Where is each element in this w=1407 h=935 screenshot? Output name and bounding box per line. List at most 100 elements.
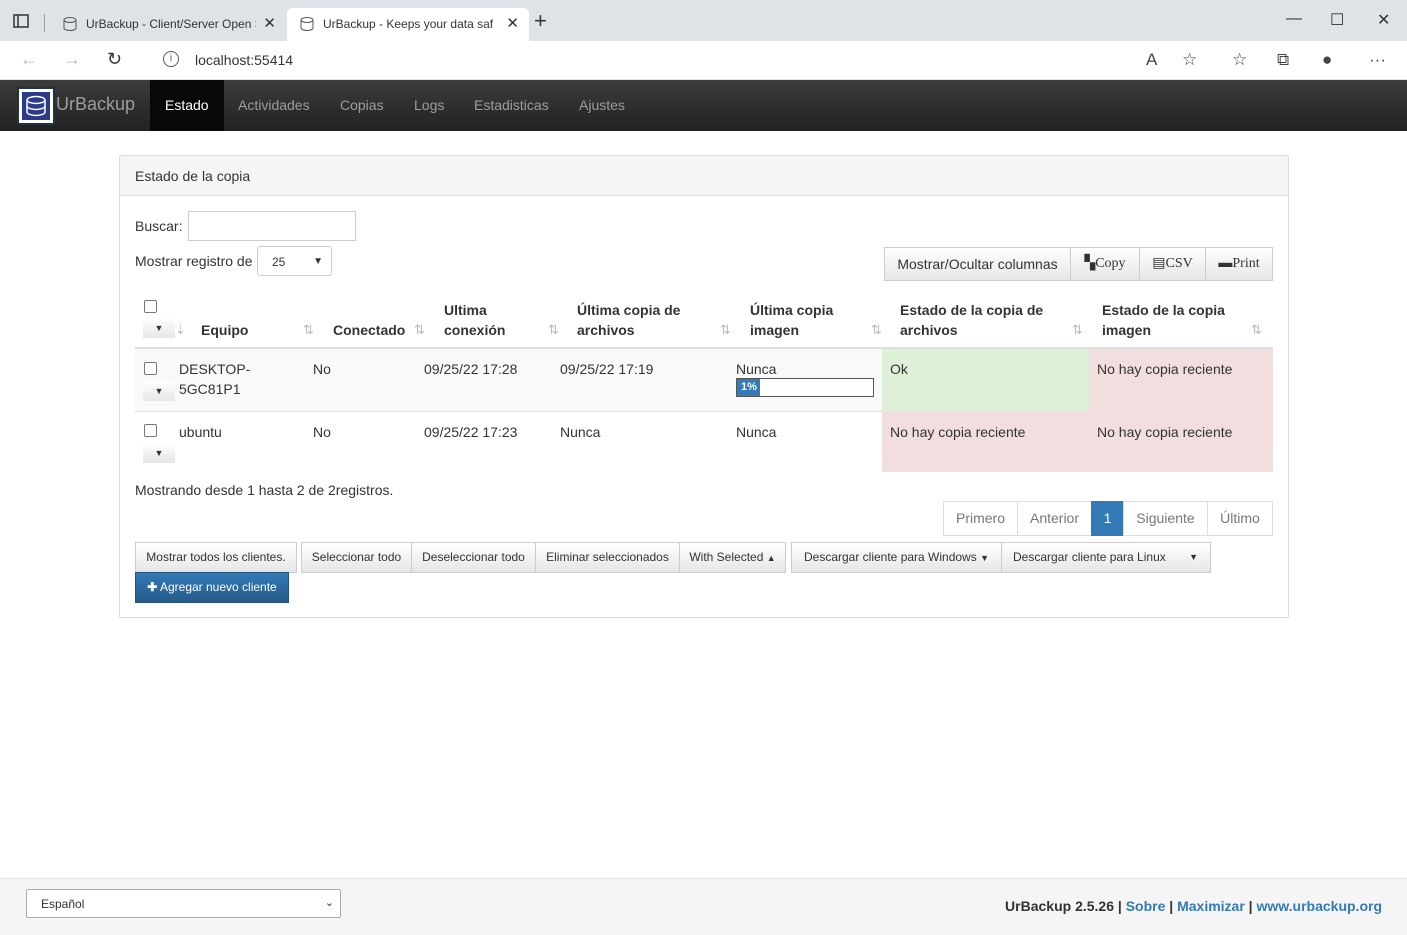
column-ultima-archivos[interactable]: Última copia de archivos (577, 300, 702, 340)
cell-ultima-archivos: 09/25/22 17:19 (560, 361, 654, 377)
row-menu-toggle[interactable]: ▼ (143, 443, 175, 463)
search-label: Buscar: (135, 218, 183, 234)
nav-logs[interactable]: Logs (399, 80, 459, 131)
about-link[interactable]: Sobre (1126, 898, 1166, 914)
status-panel: Estado de la copia Buscar: Mostrar regis… (119, 155, 1289, 618)
sort-icon[interactable]: ⇅ (1251, 322, 1262, 338)
profile-icon[interactable]: ● (1322, 50, 1332, 70)
search-input[interactable] (188, 211, 356, 241)
row-menu-toggle[interactable]: ▼ (143, 318, 175, 338)
database-icon (300, 17, 314, 31)
nav-estadisticas[interactable]: Estadisticas (459, 80, 564, 131)
csv-button[interactable]: ▤CSV (1139, 247, 1206, 281)
table-row[interactable]: ▼ ubuntu No 09/25/22 17:23 Nunca Nunca N… (135, 412, 1273, 472)
website-link[interactable]: www.urbackup.org (1257, 898, 1383, 914)
cell-estado-imagen: No hay copia reciente (1097, 361, 1233, 377)
sort-icon[interactable]: ⇅ (871, 322, 882, 338)
tab-actions-icon[interactable] (12, 12, 30, 30)
cell-estado-archivos: No hay copia reciente (890, 424, 1026, 440)
close-tab-icon[interactable]: ✕ (263, 14, 276, 32)
records-per-page-select[interactable]: 25 ▼ (257, 246, 332, 276)
minimize-icon[interactable]: — (1286, 10, 1302, 28)
maximize-icon[interactable]: ☐ (1330, 10, 1344, 30)
nav-copias[interactable]: Copias (325, 80, 399, 131)
brand-name[interactable]: UrBackup (56, 94, 135, 115)
caret-up-icon: ▲ (766, 553, 776, 563)
chevron-down-icon: ⌄ (324, 897, 334, 909)
sort-icon[interactable]: ⇅ (720, 322, 731, 338)
row-checkbox[interactable] (144, 424, 157, 437)
collections-icon[interactable]: ⧉ (1277, 50, 1289, 70)
sort-icon[interactable]: ⇅ (414, 322, 425, 338)
progress-bar-fill: 1% (737, 379, 761, 396)
plus-icon: ✚ (147, 580, 158, 594)
sort-icon[interactable]: ⇅ (1072, 322, 1083, 338)
copy-label: Copy (1095, 256, 1126, 271)
url-field[interactable]: i localhost:55414 (145, 46, 1215, 75)
language-select[interactable]: Español ⌄ (26, 889, 341, 918)
table-header: ▼ ⇣ Equipo ⇅ Conectado ⇅ Ultima conexión… (135, 296, 1273, 349)
read-aloud-icon[interactable]: A (1146, 50, 1157, 70)
column-ultima-imagen[interactable]: Última copia imagen (750, 300, 850, 340)
pager-previous[interactable]: Anterior (1017, 501, 1092, 536)
add-client-button[interactable]: ✚ Agregar nuevo cliente (135, 572, 289, 603)
footer: Español ⌄ UrBackup 2.5.26 | Sobre | Maxi… (0, 878, 1407, 935)
browser-tab-inactive[interactable]: UrBackup - Client/Server Open S ✕ (50, 8, 286, 41)
browser-tab-active[interactable]: UrBackup - Keeps your data safe ✕ (287, 8, 529, 41)
column-estado-archivos[interactable]: Estado de la copia de archivos (900, 300, 1065, 340)
download-linux-label: Descargar cliente para Linux (1013, 550, 1166, 564)
pager-current-page[interactable]: 1 (1091, 501, 1124, 536)
sort-icon[interactable]: ⇣ (175, 322, 186, 338)
back-icon[interactable]: ← (20, 49, 38, 70)
more-icon[interactable]: ··· (1369, 50, 1386, 70)
deselect-all-button[interactable]: Deseleccionar todo (411, 542, 536, 573)
info-icon[interactable]: i (163, 51, 179, 67)
status-ok-cell (882, 349, 1089, 412)
close-window-icon[interactable]: ✕ (1377, 10, 1390, 30)
select-all-checkbox[interactable] (144, 300, 157, 313)
caret-down-icon: ▼ (1189, 552, 1198, 562)
chevron-down-icon: ▼ (313, 256, 323, 267)
row-checkbox[interactable] (144, 362, 157, 375)
copy-button[interactable]: ▚Copy (1070, 247, 1140, 281)
column-ultima-conexion[interactable]: Ultima conexión (444, 300, 534, 340)
nav-ajustes[interactable]: Ajustes (564, 80, 640, 131)
pager-last[interactable]: Último (1207, 501, 1273, 536)
add-favorite-icon[interactable]: ☆ (1182, 50, 1197, 70)
cell-equipo: ubuntu (179, 424, 222, 440)
cell-conectado: No (313, 424, 331, 440)
pager-next[interactable]: Siguiente (1123, 501, 1208, 536)
nav-actividades[interactable]: Actividades (223, 80, 325, 131)
show-all-clients-button[interactable]: Mostrar todos los clientes. (135, 542, 297, 573)
row-menu-toggle[interactable]: ▼ (143, 381, 175, 401)
print-icon: ▬ (1218, 256, 1233, 271)
maximize-link[interactable]: Maximizar (1177, 898, 1245, 914)
app-navbar: UrBackup Estado Actividades Copias Logs … (0, 80, 1407, 131)
forward-icon[interactable]: → (63, 49, 81, 70)
download-windows-button[interactable]: Descargar cliente para Windows ▼ (791, 542, 1002, 573)
with-selected-button[interactable]: With Selected ▲ (679, 542, 786, 573)
sort-icon[interactable]: ⇅ (303, 322, 314, 338)
cell-conectado: No (313, 361, 331, 377)
copy-icon: ▚ (1084, 256, 1096, 271)
toggle-columns-button[interactable]: Mostrar/Ocultar columnas (884, 247, 1071, 281)
delete-selected-button[interactable]: Eliminar seleccionados (535, 542, 680, 573)
refresh-icon[interactable]: ↻ (107, 49, 122, 70)
database-icon (63, 17, 77, 31)
nav-estado[interactable]: Estado (150, 80, 224, 131)
table-row[interactable]: ▼ DESKTOP-5GC81P1 No 09/25/22 17:28 09/2… (135, 349, 1273, 412)
new-tab-icon[interactable]: + (534, 10, 547, 32)
favorites-icon[interactable]: ☆ (1232, 50, 1247, 70)
select-all-button[interactable]: Seleccionar todo (301, 542, 412, 573)
sort-icon[interactable]: ⇅ (548, 322, 559, 338)
column-conectado[interactable]: Conectado (333, 320, 405, 340)
cell-estado-imagen: No hay copia reciente (1097, 424, 1233, 440)
column-equipo[interactable]: Equipo (201, 320, 248, 340)
close-tab-icon[interactable]: ✕ (506, 14, 519, 32)
urbackup-logo[interactable] (17, 87, 55, 125)
print-button[interactable]: ▬Print (1205, 247, 1273, 281)
column-estado-imagen[interactable]: Estado de la copia imagen (1102, 300, 1242, 340)
pager-first[interactable]: Primero (943, 501, 1018, 536)
download-linux-button[interactable]: Descargar cliente para Linux ▼ (1001, 542, 1211, 573)
add-client-label: Agregar nuevo cliente (159, 580, 277, 594)
